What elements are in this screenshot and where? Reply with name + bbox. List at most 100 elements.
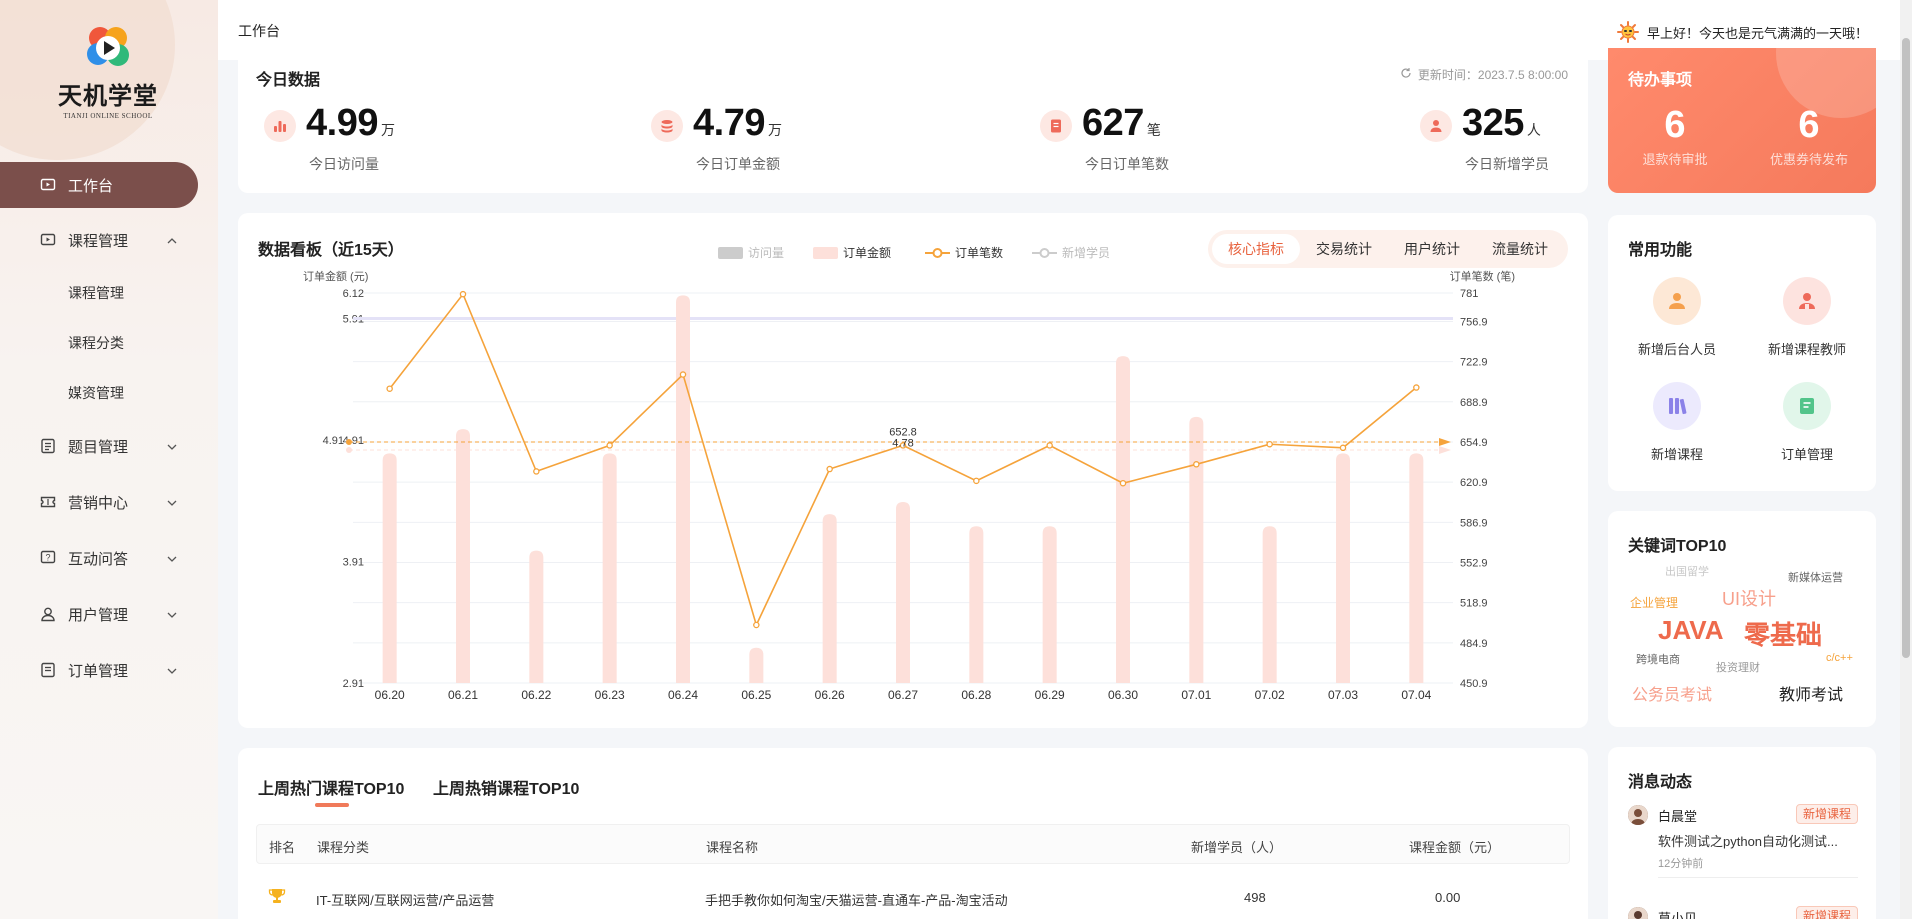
books-icon (1653, 382, 1701, 430)
breadcrumb[interactable]: 工作台 (238, 21, 280, 41)
tab-core-metrics[interactable]: 核心指标 (1212, 234, 1300, 264)
keyword[interactable]: 教师考试 (1779, 681, 1843, 705)
qa-icon: ? (40, 550, 56, 566)
tab-user-stats[interactable]: 用户统计 (1388, 234, 1476, 264)
tab-hot-courses[interactable]: 上周热门课程TOP10 (258, 775, 404, 799)
bar-chart-icon (264, 110, 296, 142)
today-data-card: 今日数据 更新时间：2023.7.5 8:00:00 4.99 万 今日访问量 4… (238, 48, 1588, 193)
legend-swatch (813, 247, 838, 259)
x-tick-label: 07.04 (1401, 688, 1431, 702)
func-add-teacher[interactable]: 新增课程教师 (1742, 277, 1872, 358)
chevron-down-icon (166, 664, 178, 676)
sidebar-item-marketing[interactable]: 营销中心 (0, 474, 218, 530)
message-user: 莫小贝 (1658, 911, 1698, 919)
staff-icon (1653, 277, 1701, 325)
y-right-tick-label: 722.9 (1460, 357, 1488, 369)
stat-label: 今日访问量 (309, 156, 379, 172)
bar (1042, 526, 1057, 683)
sidebar-item-question[interactable]: 题目管理 (0, 418, 218, 474)
keyword[interactable]: 新媒体运营 (1788, 569, 1843, 585)
keyword[interactable]: 零基础 (1744, 615, 1822, 652)
scrollbar[interactable] (1900, 0, 1912, 919)
avatar (1628, 907, 1648, 919)
line-point (973, 477, 980, 485)
keyword[interactable]: 出国留学 (1665, 563, 1709, 579)
keyword[interactable]: 跨境电商 (1636, 651, 1680, 667)
y-left-tick-label: 3.91 (343, 557, 364, 569)
func-order-manage[interactable]: 订单管理 (1742, 382, 1872, 463)
scrollbar-thumb[interactable] (1902, 38, 1910, 658)
bar (529, 550, 544, 683)
column-header: 课程分类 (317, 840, 370, 855)
keyword[interactable]: 投资理财 (1716, 659, 1760, 675)
bar (1336, 453, 1350, 683)
keyword[interactable]: 企业管理 (1630, 594, 1678, 611)
tab-trade-stats[interactable]: 交易统计 (1300, 234, 1388, 264)
stat-visits: 4.99 万 今日访问量 (264, 102, 524, 186)
message-tag: 新增课程 (1795, 804, 1858, 824)
greeting-text: 早上好！今天也是元气满满的一天哦！ (1646, 25, 1868, 41)
bar (1409, 453, 1424, 683)
stat-value: 4.99 万 (306, 102, 395, 145)
markline-start (346, 438, 352, 445)
message-time: 12分钟前 (1658, 858, 1704, 870)
x-tick-label: 07.03 (1328, 688, 1358, 702)
keyword[interactable]: UI设计 (1722, 585, 1776, 611)
line-point (386, 385, 393, 392)
bar (676, 295, 690, 683)
bar (602, 453, 617, 683)
stat-order-amount: 4.79 万 今日订单金额 (651, 102, 911, 186)
sidebar-subitem-media[interactable]: 媒资管理 (0, 368, 218, 418)
x-tick-label: 06.20 (375, 688, 405, 702)
brand-subtitle: TIANJI ONLINE SCHOOL (63, 112, 153, 120)
bar (1262, 526, 1277, 683)
y-right-tick-label: 518.9 (1460, 598, 1488, 610)
table-row[interactable]: IT-互联网/互联网运营/产品运营 手把手教你如何淘宝/天猫运营-直通车-产品-… (256, 878, 1570, 918)
todo-refund-approval[interactable]: 6 退款待审批 (1608, 104, 1742, 168)
dashboard-title: 数据看板（近15天） (258, 242, 404, 259)
sidebar-item-course[interactable]: 课程管理 (0, 212, 218, 268)
x-tick-label: 06.25 (741, 688, 771, 702)
sidebar-subitem-course-category[interactable]: 课程分类 (0, 318, 218, 368)
keyword[interactable]: 公务员考试 (1632, 681, 1712, 705)
sidebar-item-workbench[interactable]: 工作台 (0, 162, 198, 208)
line-point (753, 621, 760, 629)
bar (456, 429, 470, 683)
line-point (606, 442, 613, 449)
sun-face-icon (1616, 21, 1639, 43)
brand-name: 天机学堂 (58, 84, 158, 110)
x-tick-label: 06.21 (448, 688, 478, 702)
line-point (459, 290, 467, 298)
refresh-icon[interactable] (1400, 67, 1412, 82)
message-text: 软件测试之python自动化测试... (1658, 834, 1838, 849)
legend-label: 新增学员 (1062, 245, 1110, 260)
tab-bestselling-courses[interactable]: 上周热销课程TOP10 (433, 775, 579, 799)
todo-coupon-publish[interactable]: 6 优惠券待发布 (1742, 104, 1876, 168)
column-header: 课程金额（元） (1409, 840, 1501, 855)
func-add-staff[interactable]: 新增后台人员 (1612, 277, 1742, 358)
stat-value: 627 笔 (1082, 102, 1161, 145)
order-icon (40, 662, 56, 678)
sidebar-item-label: 营销中心 (68, 494, 129, 512)
sidebar-item-users[interactable]: 用户管理 (0, 586, 218, 642)
keyword[interactable]: c/c++ (1826, 652, 1853, 664)
line-point (826, 465, 833, 473)
sidebar-item-qa[interactable]: ? 互动问答 (0, 530, 218, 586)
legend-label: 订单金额 (843, 245, 891, 260)
tab-traffic-stats[interactable]: 流量统计 (1476, 234, 1564, 264)
func-add-course[interactable]: 新增课程 (1612, 382, 1742, 463)
chevron-down-icon (166, 440, 178, 452)
line-point (1046, 442, 1053, 449)
y-right-tick-label: 688.9 (1460, 397, 1488, 409)
y-left-tick-label: 2.91 (343, 678, 364, 690)
table-header: 排名 课程分类 课程名称 新增学员（人） 课程金额（元） (256, 824, 1570, 864)
y-left-tick-label: 6.12 (343, 288, 364, 300)
bar (1116, 356, 1130, 683)
sidebar-item-orders[interactable]: 订单管理 (0, 642, 218, 698)
avatar (1628, 805, 1648, 825)
keyword[interactable]: JAVA (1658, 615, 1724, 646)
trophy-icon (268, 887, 286, 908)
sidebar-subitem-course-manage[interactable]: 课程管理 (0, 268, 218, 318)
stat-number: 325 (1462, 102, 1524, 144)
logo[interactable]: 天机学堂 TIANJI ONLINE SCHOOL (52, 24, 164, 120)
